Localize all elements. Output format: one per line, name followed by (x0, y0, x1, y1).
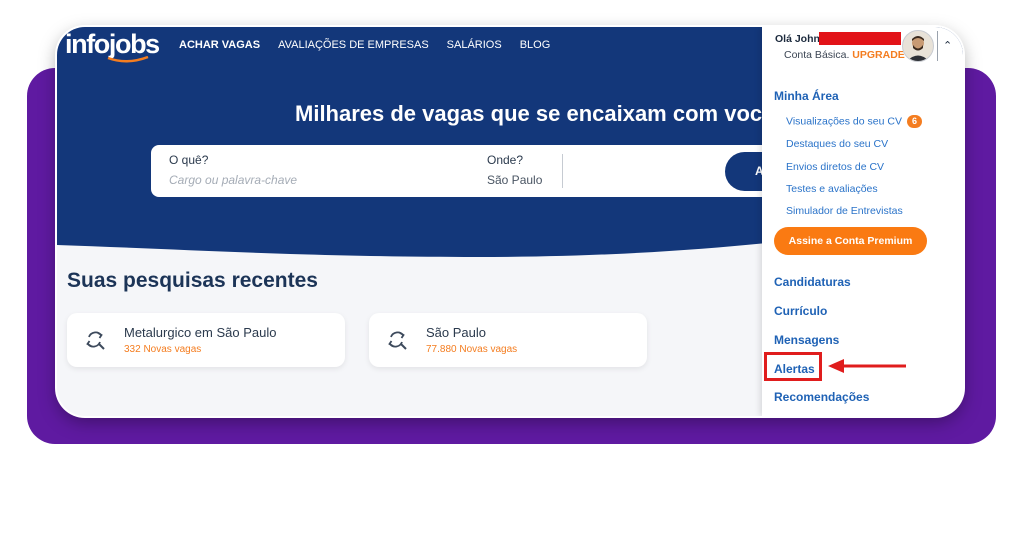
main-nav: ACHAR VAGAS AVALIAÇÕES DE EMPRESAS SALÁR… (179, 39, 550, 51)
redacted-name (819, 32, 901, 45)
recent-search-title: Metalurgico em São Paulo (124, 325, 277, 340)
nav-blog[interactable]: BLOG (520, 39, 551, 51)
section-recomendacoes[interactable]: Recomendações (774, 390, 869, 404)
section-curriculo[interactable]: Currículo (774, 304, 827, 318)
search-divider (562, 154, 563, 188)
browser-frame: infojobs ACHAR VAGAS AVALIAÇÕES DE EMPRE… (57, 27, 963, 416)
menu-item-label: Visualizações do seu CV (786, 115, 902, 128)
logo-swoosh-icon (107, 56, 149, 63)
account-type-label: Conta Básica. (784, 49, 850, 61)
where-label: Onde? (487, 153, 524, 167)
what-input[interactable]: Cargo ou palavra-chave (169, 173, 297, 187)
alertas-highlight-box (764, 352, 822, 381)
hero-headline: Milhares de vagas que se encaixam com vo… (295, 101, 782, 126)
menu-item-testes[interactable]: Testes e avaliações (786, 183, 878, 195)
recent-search-title: São Paulo (426, 325, 486, 340)
what-label: O quê? (169, 153, 209, 167)
recent-search-card[interactable]: Metalurgico em São Paulo 332 Novas vagas (67, 313, 345, 367)
nav-avaliacoes-empresas[interactable]: AVALIAÇÕES DE EMPRESAS (278, 39, 429, 51)
what-field[interactable]: O quê? Cargo ou palavra-chave (169, 153, 297, 187)
notification-badge: 6 (906, 115, 922, 128)
nav-salarios[interactable]: SALÁRIOS (447, 39, 502, 51)
search-history-icon (388, 331, 407, 350)
where-field[interactable]: Onde? São Paulo (487, 153, 542, 187)
user-dropdown-menu: Olá John Conta Básica. UPGRADE ⌃ Minha Á… (762, 27, 963, 416)
search-bar: O quê? Cargo ou palavra-chave Onde? São … (151, 145, 805, 197)
menu-item-simulador[interactable]: Simulador de Entrevistas (786, 205, 903, 217)
search-history-icon (86, 331, 105, 350)
account-type: Conta Básica. UPGRADE (784, 49, 905, 61)
recent-search-card[interactable]: São Paulo 77.880 Novas vagas (369, 313, 647, 367)
premium-button[interactable]: Assine a Conta Premium (774, 227, 927, 255)
recent-search-count: 77.880 Novas vagas (426, 344, 518, 355)
recent-search-count: 332 Novas vagas (124, 344, 202, 355)
menu-item-envios-diretos[interactable]: Envios diretos de CV (786, 161, 884, 173)
user-greeting: Olá John (775, 33, 820, 45)
section-minha-area[interactable]: Minha Área (774, 89, 839, 103)
upgrade-link[interactable]: UPGRADE (852, 49, 905, 61)
where-input[interactable]: São Paulo (487, 173, 542, 187)
annotation-arrow-icon (828, 359, 906, 373)
menu-item-visualizacoes[interactable]: Visualizações do seu CV 6 (786, 115, 922, 128)
avatar[interactable] (902, 30, 934, 62)
section-candidaturas[interactable]: Candidaturas (774, 275, 851, 289)
recent-searches-title: Suas pesquisas recentes (67, 269, 318, 292)
chevron-up-icon[interactable]: ⌃ (943, 39, 952, 52)
menu-item-destaques[interactable]: Destaques do seu CV (786, 138, 888, 150)
nav-achar-vagas[interactable]: ACHAR VAGAS (179, 39, 260, 51)
section-mensagens[interactable]: Mensagens (774, 333, 839, 347)
menu-divider (937, 31, 938, 61)
